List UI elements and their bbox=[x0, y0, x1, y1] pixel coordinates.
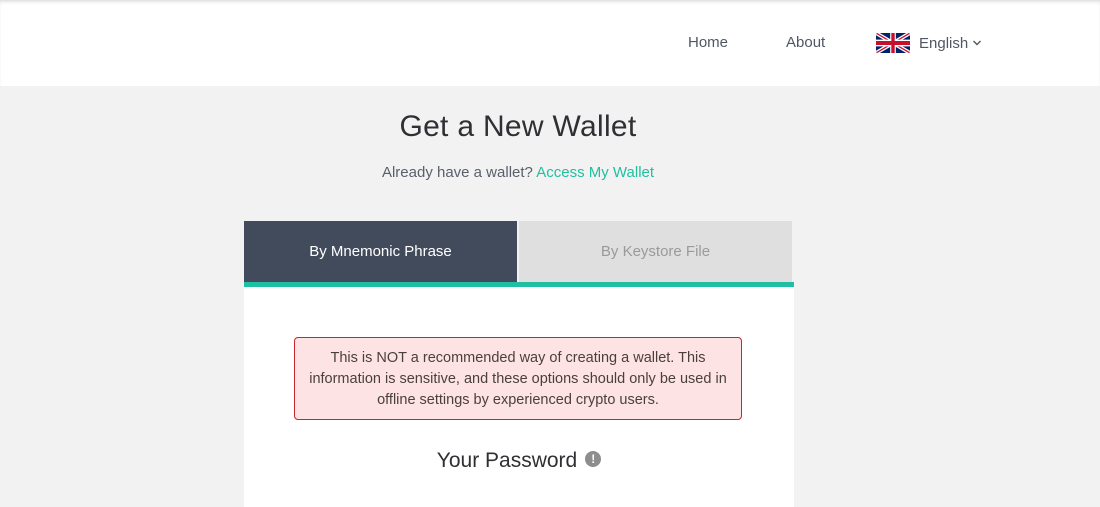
info-icon[interactable]: ! bbox=[585, 451, 602, 468]
tab-mnemonic-phrase[interactable]: By Mnemonic Phrase bbox=[244, 221, 517, 282]
password-label: Your Password bbox=[436, 449, 578, 472]
wallet-form-card: This is NOT a recommended way of creatin… bbox=[244, 287, 794, 507]
page-title: Get a New Wallet bbox=[399, 110, 637, 143]
access-my-wallet-link[interactable]: Access My Wallet bbox=[536, 164, 654, 181]
page-subtitle: Already have a wallet? Access My Wallet bbox=[0, 164, 1036, 181]
subtitle-text: Already have a wallet? bbox=[381, 164, 533, 181]
tab-keystore-file[interactable]: By Keystore File bbox=[519, 221, 792, 282]
top-navigation-bar: Home About English bbox=[0, 0, 1100, 86]
nav-about-link[interactable]: About bbox=[786, 34, 825, 51]
language-selector[interactable]: English bbox=[876, 33, 982, 53]
wallet-method-tabs: By Mnemonic Phrase By Keystore File bbox=[244, 221, 794, 282]
password-section-heading: Your Password! bbox=[244, 449, 794, 473]
nav-home-link[interactable]: Home bbox=[688, 34, 728, 51]
language-label: English bbox=[919, 34, 969, 52]
security-warning-box: This is NOT a recommended way of creatin… bbox=[294, 337, 742, 420]
chevron-down-icon bbox=[973, 40, 982, 46]
uk-flag-icon bbox=[876, 33, 910, 53]
